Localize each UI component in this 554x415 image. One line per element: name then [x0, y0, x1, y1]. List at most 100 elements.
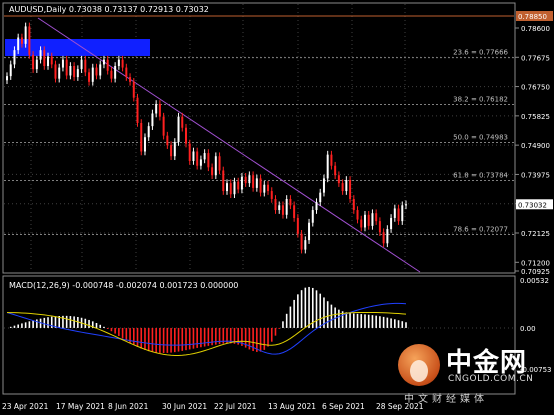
candle-body — [95, 67, 98, 76]
candle-body — [76, 69, 79, 78]
candle-body — [181, 116, 184, 128]
candle-body — [28, 26, 31, 55]
candle-body — [99, 64, 102, 76]
candle-body — [61, 59, 64, 68]
candle-body — [13, 50, 16, 65]
candle-body — [367, 214, 370, 226]
current-price-label: 0.73032 — [518, 201, 547, 209]
candle-body — [248, 175, 251, 184]
price-axis-label: 0.77675 — [521, 54, 550, 62]
candle-body — [401, 205, 404, 222]
candle-body — [196, 151, 199, 166]
candle-body — [386, 229, 389, 244]
candle-body — [390, 217, 393, 230]
candle-body — [267, 184, 270, 192]
brand-url: CNGOLD.COM.CN — [448, 374, 534, 384]
candle-body — [214, 156, 217, 176]
candle-body — [39, 50, 42, 60]
candle-body — [162, 116, 165, 136]
candle-body — [319, 192, 322, 203]
candle-body — [349, 179, 352, 199]
price-axis-label: 0.76750 — [521, 84, 550, 92]
candle-body — [207, 153, 210, 168]
candle-body — [192, 151, 195, 161]
brand-subtitle: 中文财经媒体 — [404, 394, 488, 405]
candle-body — [43, 50, 46, 66]
candle-body — [211, 167, 214, 176]
candle-body — [65, 59, 68, 76]
date-axis-label: 23 Apr 2021 — [2, 402, 49, 411]
candle-body — [375, 213, 378, 222]
fib-label: 50.0 = 0.74983 — [453, 134, 508, 142]
fib-label: 23.6 = 0.77666 — [453, 49, 508, 57]
candle-body — [20, 37, 23, 44]
candle-body — [311, 210, 314, 223]
candle-body — [360, 219, 363, 228]
candle-body — [24, 26, 27, 44]
candle-body — [397, 208, 400, 222]
candle-body — [114, 65, 117, 79]
candle-body — [222, 170, 225, 192]
date-axis-label: 22 Jul 2021 — [214, 402, 257, 411]
candle-body — [255, 178, 258, 188]
candle-body — [289, 198, 292, 206]
macd-header: MACD(12,26,9) -0.000748 -0.002074 0.0017… — [9, 281, 238, 290]
date-axis-label: 30 Jun 2021 — [162, 402, 207, 411]
candle-body — [345, 179, 348, 192]
resistance-zone — [5, 39, 150, 56]
candle-body — [300, 233, 303, 250]
fib-label: 38.2 = 0.76182 — [453, 96, 508, 104]
price-axis-label: 0.71200 — [521, 259, 550, 267]
candle-body — [334, 165, 337, 176]
candle-body — [296, 217, 299, 234]
date-axis-label: 13 Aug 2021 — [268, 402, 316, 411]
candle-body — [322, 178, 325, 193]
candle-body — [304, 240, 307, 250]
candle-body — [166, 135, 169, 146]
candle-body — [252, 175, 255, 188]
candle-body — [237, 181, 240, 190]
candle-body — [199, 159, 202, 166]
candle-body — [91, 67, 94, 82]
candle-body — [281, 205, 284, 215]
candle-body — [244, 176, 247, 184]
blue-zone — [5, 39, 150, 56]
top-marker-label: 0.78850 — [518, 13, 547, 21]
candle-body — [88, 72, 91, 82]
candle-body — [110, 70, 113, 79]
candle-body — [330, 154, 333, 166]
candle-body — [140, 122, 143, 152]
price-axis-label: 0.75825 — [521, 113, 550, 121]
candle-body — [32, 54, 35, 70]
fib-label: 61.8 = 0.73784 — [453, 171, 508, 179]
fib-label: 78.6 = 0.72077 — [453, 226, 508, 234]
chart-header: AUDUSD,Daily 0.73038 0.73137 0.72913 0.7… — [9, 5, 209, 14]
candle-body — [226, 183, 229, 192]
candle-body — [240, 176, 243, 190]
candle-body — [393, 208, 396, 218]
candle-body — [9, 64, 12, 77]
candle-body — [125, 67, 128, 78]
candle-body — [58, 67, 61, 79]
candle-body — [173, 141, 176, 157]
date-axis-label: 8 Jun 2021 — [108, 402, 149, 411]
candle-body — [6, 76, 8, 81]
candle-body — [341, 183, 344, 192]
candle-body — [117, 59, 120, 66]
macd-axis-label: 0.00532 — [520, 277, 549, 285]
candle-body — [132, 81, 135, 98]
candle-body — [151, 113, 154, 127]
candle-body — [382, 232, 385, 244]
candle-body — [233, 181, 236, 195]
candle-body — [35, 59, 38, 70]
candle-body — [177, 116, 180, 142]
candle-body — [363, 214, 366, 228]
candle-body — [143, 137, 146, 152]
candle-body — [270, 191, 273, 199]
candle-body — [106, 59, 109, 71]
candle-body — [84, 59, 87, 73]
candle-body — [54, 64, 57, 79]
date-axis-label: 6 Sep 2021 — [322, 402, 365, 411]
candle-body — [405, 204, 407, 206]
price-axis-label: 0.78600 — [521, 25, 550, 33]
